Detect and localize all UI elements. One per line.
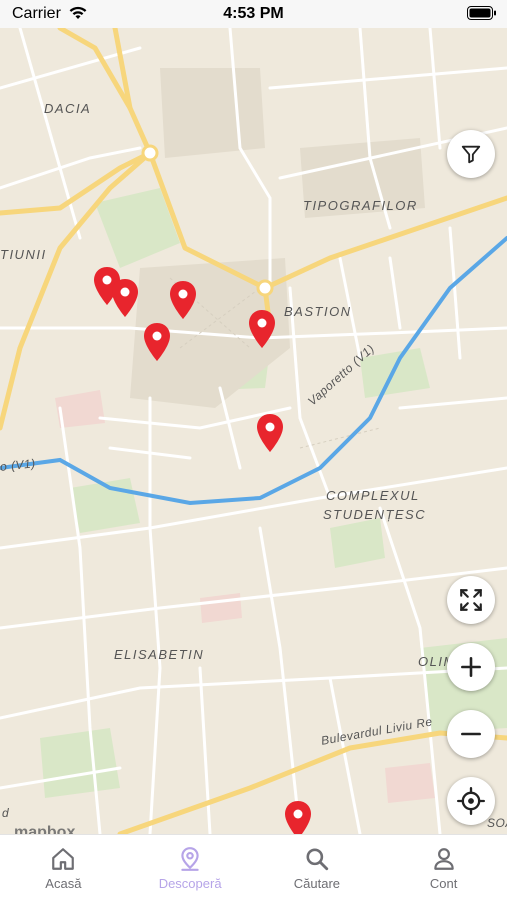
- map-pin-icon[interactable]: [255, 413, 285, 453]
- tab-bar: Acasă Descoperă Căutare Cont: [0, 834, 507, 901]
- battery-icon: [467, 6, 496, 20]
- tab-descopera[interactable]: Descoperă: [127, 835, 254, 901]
- map-label-dacia: DACIA: [44, 101, 92, 116]
- tab-label: Cont: [429, 876, 458, 891]
- map-pin-icon[interactable]: [283, 800, 313, 834]
- minus-icon: [461, 732, 481, 736]
- filter-icon: [461, 145, 481, 164]
- filter-button[interactable]: [447, 130, 495, 178]
- map-label-tipografilor: TIPOGRAFILOR: [303, 198, 418, 213]
- map-pin-icon[interactable]: [247, 309, 277, 349]
- map-view[interactable]: DACIA TIPOGRAFILOR TIUNII BASTION Vapore…: [0, 28, 507, 834]
- plus-icon: [461, 657, 481, 677]
- map-pin-icon[interactable]: [110, 278, 140, 318]
- zoom-out-button[interactable]: [447, 710, 495, 758]
- tab-acasa[interactable]: Acasă: [0, 835, 127, 901]
- clock-label: 4:53 PM: [223, 5, 284, 22]
- map-label-studentesc: STUDENȚESC: [323, 507, 427, 522]
- locate-me-button[interactable]: [447, 777, 495, 825]
- tab-label: Căutare: [293, 876, 340, 891]
- map-label-soa: SOA: [487, 816, 507, 830]
- map-base: [0, 28, 507, 834]
- tab-cautare[interactable]: Căutare: [254, 835, 381, 901]
- map-pin-icon: [181, 847, 199, 871]
- search-icon: [306, 848, 329, 871]
- map-pin-icon[interactable]: [142, 322, 172, 362]
- map-label-tiunii: TIUNII: [0, 247, 47, 262]
- map-label-d: d: [2, 806, 10, 820]
- tab-label: Acasă: [45, 876, 82, 891]
- mapbox-logo: mapbox: [14, 824, 76, 834]
- tab-label: Descoperă: [158, 876, 222, 891]
- map-label-complexul: COMPLEXUL: [326, 488, 420, 503]
- zoom-in-button[interactable]: [447, 643, 495, 691]
- user-icon: [433, 848, 454, 870]
- map-pin-icon[interactable]: [168, 280, 198, 320]
- locate-icon: [457, 787, 485, 815]
- map-label-bastion: BASTION: [284, 304, 352, 319]
- tab-cont[interactable]: Cont: [380, 835, 507, 901]
- fullscreen-button[interactable]: [447, 576, 495, 624]
- map-label-elisabetin: ELISABETIN: [114, 647, 205, 662]
- fullscreen-icon: [460, 589, 482, 611]
- status-bar: Carrier 4:53 PM: [0, 0, 507, 28]
- home-icon: [52, 848, 75, 870]
